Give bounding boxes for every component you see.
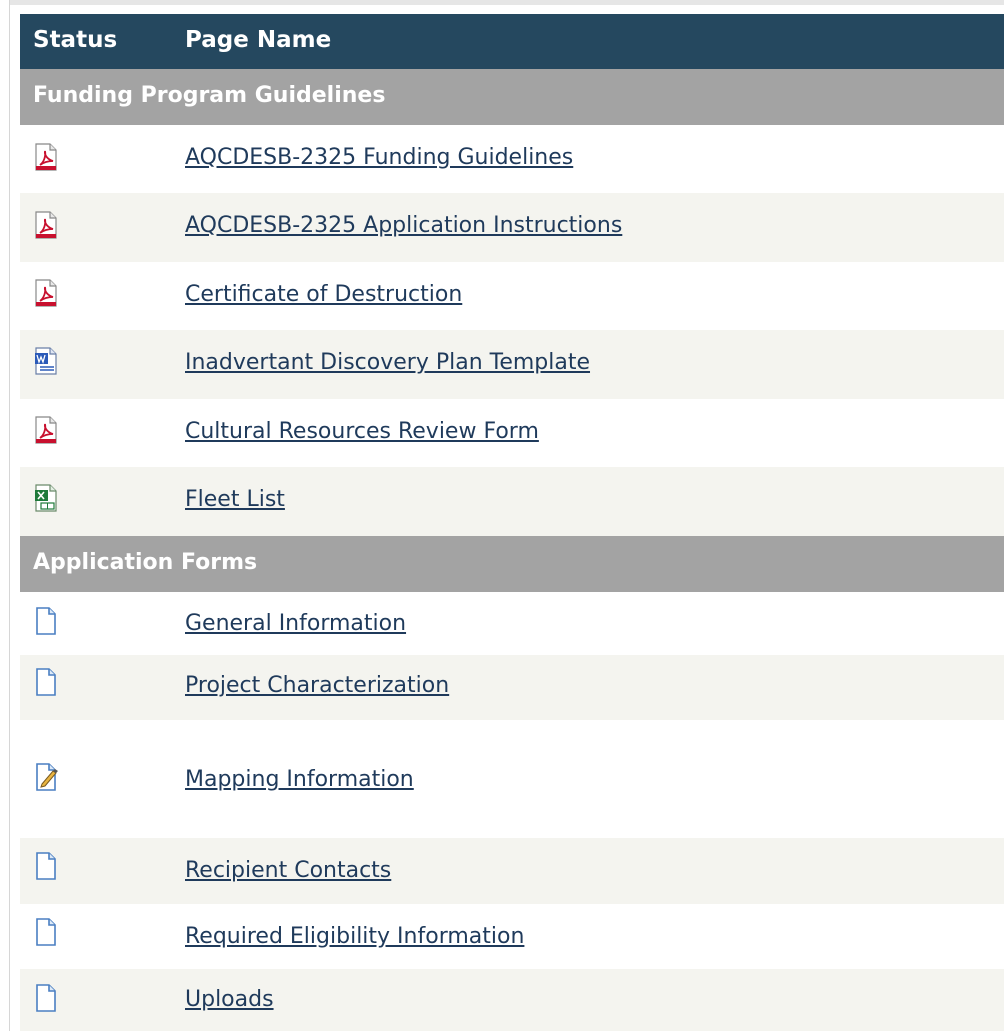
edit-page-icon: [34, 763, 58, 791]
page: Status Page Name Funding Program Guideli…: [0, 0, 1004, 1031]
list-item: Mapping Information: [20, 720, 1004, 838]
list-item: Required Eligibility Information: [20, 904, 1004, 969]
pdf-icon: [34, 279, 58, 307]
section-application-forms: Application Forms: [20, 536, 1004, 592]
doc-link[interactable]: Inadvertant Discovery Plan Template: [185, 350, 590, 375]
window-top-edge: [0, 0, 1004, 5]
pages-table: Status Page Name Funding Program Guideli…: [20, 14, 1004, 1031]
blank-page-icon: [34, 607, 58, 635]
list-item: Uploads: [20, 969, 1004, 1031]
doc-link[interactable]: AQCDESB-2325 Funding Guidelines: [185, 145, 573, 170]
doc-link[interactable]: Fleet List: [185, 487, 285, 512]
table-header: Status Page Name: [20, 14, 1004, 69]
blank-page-icon: [34, 852, 58, 880]
form-link[interactable]: Required Eligibility Information: [185, 924, 524, 949]
form-link[interactable]: Mapping Information: [185, 767, 414, 792]
pdf-icon: [34, 211, 58, 239]
list-item: Recipient Contacts: [20, 838, 1004, 904]
word-doc-icon: [34, 347, 58, 375]
list-item: AQCDESB-2325 Funding Guidelines: [20, 125, 1004, 193]
list-item: Cultural Resources Review Form: [20, 399, 1004, 467]
form-link[interactable]: Recipient Contacts: [185, 858, 391, 883]
page-name-column-header: Page Name: [185, 27, 332, 53]
section-title: Funding Program Guidelines: [33, 83, 386, 108]
form-link[interactable]: General Information: [185, 611, 406, 636]
doc-link[interactable]: AQCDESB-2325 Application Instructions: [185, 213, 622, 238]
list-item: Fleet List: [20, 467, 1004, 536]
section-title: Application Forms: [33, 550, 258, 575]
status-column-header: Status: [33, 27, 118, 53]
list-item: AQCDESB-2325 Application Instructions: [20, 193, 1004, 262]
window-left-edge: [0, 0, 10, 1031]
pdf-icon: [34, 143, 58, 171]
list-item: Certificate of Destruction: [20, 262, 1004, 330]
excel-icon: [34, 484, 58, 512]
blank-page-icon: [34, 918, 58, 946]
pdf-icon: [34, 416, 58, 444]
list-item: Inadvertant Discovery Plan Template: [20, 330, 1004, 399]
doc-link[interactable]: Certificate of Destruction: [185, 282, 462, 307]
blank-page-icon: [34, 984, 58, 1012]
section-funding-program-guidelines: Funding Program Guidelines: [20, 69, 1004, 125]
form-link[interactable]: Project Characterization: [185, 673, 449, 698]
list-item: Project Characterization: [20, 655, 1004, 720]
form-link[interactable]: Uploads: [185, 987, 274, 1012]
list-item: General Information: [20, 592, 1004, 655]
doc-link[interactable]: Cultural Resources Review Form: [185, 419, 539, 444]
blank-page-icon: [34, 668, 58, 696]
